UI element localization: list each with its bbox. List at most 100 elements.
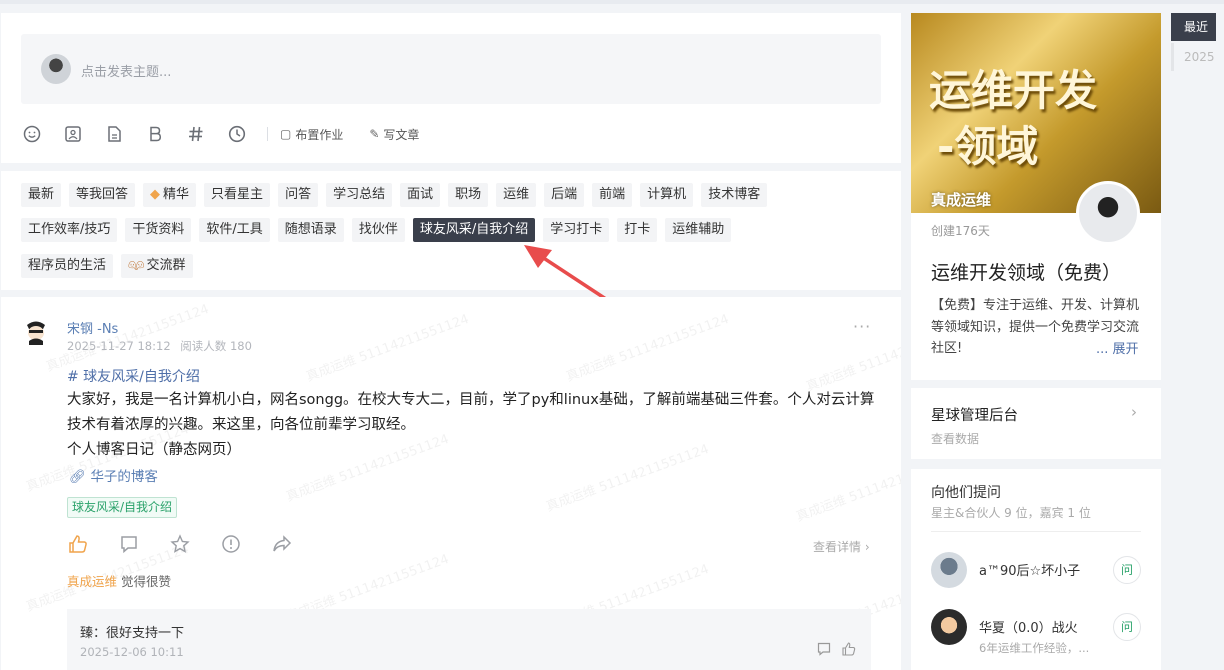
tag-row: 程序员的生活 👫︎ 交流群: [21, 254, 201, 278]
star-icon[interactable]: [169, 533, 191, 555]
post-card: 真成运维 51114211551124 真成运维 51114211551124 真成…: [1, 297, 901, 670]
post-author[interactable]: 宋钢 -Ns: [67, 318, 118, 337]
tag-label: 只看星主: [211, 187, 264, 202]
tag-chip[interactable]: ◆ 精华: [143, 183, 197, 207]
expand-link[interactable]: ... 展开: [1096, 338, 1139, 357]
tag-label: 工作效率/技巧: [28, 222, 111, 237]
tag-chip[interactable]: 面试: [400, 183, 441, 207]
write-article-button[interactable]: ✎ 写文章: [369, 126, 419, 143]
tag-chip[interactable]: 球友风采/自我介绍: [412, 218, 536, 242]
tag-filter-panel: 最新 等我回答 ◆ 精华 只看星主 问答 学习总结 面试 职场 运维 后端 前端 计算机 技术博客 工作效…: [1, 171, 901, 290]
tag-label: 学习打卡: [550, 222, 603, 237]
checkbox-icon: ▢: [280, 127, 292, 141]
tag-chip[interactable]: 只看星主: [204, 183, 271, 207]
person-avatar[interactable]: [931, 609, 967, 645]
tag-chip[interactable]: 找伙伴: [351, 218, 405, 242]
post-actions: [67, 533, 322, 555]
view-details-link[interactable]: 查看详情 ›: [813, 538, 870, 555]
divider: [931, 531, 1141, 532]
tag-chip[interactable]: 随想语录: [277, 218, 344, 242]
admin-panel-card[interactable]: 星球管理后台 查看数据 ›: [911, 388, 1161, 459]
tag-chip[interactable]: 计算机: [640, 183, 694, 207]
tag-chip[interactable]: 运维: [496, 183, 537, 207]
tag-label: 运维: [503, 187, 530, 202]
tag-chip[interactable]: 职场: [448, 183, 489, 207]
tag-chip[interactable]: 学习总结: [326, 183, 393, 207]
file-icon[interactable]: [103, 123, 125, 145]
tag-label: 随想语录: [284, 222, 337, 237]
watermark-text: 真成运维 51114211551124: [304, 311, 472, 385]
tag-chip[interactable]: 程序员的生活: [21, 254, 114, 278]
tag-chip[interactable]: 打卡: [617, 218, 658, 242]
link-icon: 🔗︎: [69, 469, 87, 485]
image-icon[interactable]: [62, 123, 84, 145]
tag-label: 程序员的生活: [28, 258, 107, 273]
comment-icon[interactable]: [118, 533, 140, 555]
admin-title: 星球管理后台: [931, 408, 1018, 424]
comment-item: 臻：很好支持一下 2025-12-06 10:11: [67, 609, 871, 670]
tag-chip[interactable]: 运维辅助: [665, 218, 732, 242]
comment-time: 2025-12-06 10:11: [80, 645, 184, 659]
banner-title-line: -领域: [937, 122, 1039, 171]
owner-avatar[interactable]: [1076, 181, 1140, 245]
composer-toolbar: ▢ 布置作业 ✎ 写文章: [21, 123, 445, 145]
liker-name[interactable]: 真成运维: [67, 574, 117, 589]
tag-chip[interactable]: 最新: [21, 183, 62, 207]
post-meta: 2025-11-27 18:12 阅读人数 180: [67, 338, 252, 354]
emoji-icon[interactable]: [21, 123, 43, 145]
timeline-item-year[interactable]: 2025: [1171, 43, 1216, 71]
tag-chip[interactable]: 等我回答: [69, 183, 136, 207]
tag-label: 精华: [163, 187, 190, 202]
tag-chip[interactable]: 后端: [544, 183, 585, 207]
tag-row: 最新 等我回答 ◆ 精华 只看星主 问答 学习总结 面试 职场 运维 后端 前端 计算机 技术博客: [21, 183, 775, 207]
author-avatar[interactable]: [21, 317, 51, 347]
clock-icon[interactable]: [226, 123, 248, 145]
tag-chip[interactable]: 软件/工具: [199, 218, 270, 242]
tag-label: 后端: [551, 187, 578, 202]
ask-them-card: 向他们提问 星主&合伙人 9 位，嘉宾 1 位 a™90后☆坏小子 问 华夏（0…: [911, 469, 1161, 670]
tag-chip[interactable]: 技术博客: [701, 183, 768, 207]
likes-text: 觉得很赞: [117, 574, 171, 589]
tag-chip[interactable]: 问答: [278, 183, 319, 207]
tag-label: 球友风采/自我介绍: [419, 222, 529, 237]
banner-title: 运维开发 -领域: [929, 63, 1097, 175]
bold-icon[interactable]: [144, 123, 166, 145]
watermark-text: 真成运维 51114211551124: [564, 311, 732, 385]
tag-label: 技术博客: [708, 187, 761, 202]
tag-label: 职场: [455, 187, 482, 202]
reply-icon[interactable]: [817, 642, 831, 660]
ask-title: 向他们提问: [931, 485, 1001, 501]
group-name: 运维开发领域（免费）: [931, 262, 1122, 284]
tag-label: 干货资料: [132, 222, 185, 237]
share-icon[interactable]: [271, 533, 293, 555]
group-owner-name: 真成运维: [931, 191, 992, 209]
post-topic-tag[interactable]: 球友风采/自我介绍: [67, 497, 178, 518]
tag-chip[interactable]: 干货资料: [125, 218, 192, 242]
post-likes: 真成运维 觉得很赞: [67, 571, 171, 590]
like-icon[interactable]: [67, 533, 89, 555]
tag-chip[interactable]: 学习打卡: [543, 218, 610, 242]
timeline-item-recent[interactable]: 最近: [1171, 13, 1216, 41]
compose-input[interactable]: 点击发表主题...: [21, 34, 881, 104]
tag-label: 等我回答: [76, 187, 129, 202]
ask-button[interactable]: 问: [1113, 613, 1141, 641]
person-avatar[interactable]: [931, 552, 967, 588]
hashtag-icon[interactable]: [185, 123, 207, 145]
post-hashtag[interactable]: # 球友风采/自我介绍: [67, 366, 200, 386]
assign-homework-button[interactable]: ▢ 布置作业: [280, 126, 343, 143]
post-body-paragraph: 大家好，我是一名计算机小白，网名songg。在校大专大二，目前，学了py和lin…: [67, 392, 875, 433]
tag-chip[interactable]: 前端: [592, 183, 633, 207]
post-composer: 点击发表主题... ▢ 布置作业 ✎ 写文章: [1, 13, 901, 163]
ask-button[interactable]: 问: [1113, 556, 1141, 584]
report-icon[interactable]: [220, 533, 242, 555]
tag-chip[interactable]: 👫︎ 交流群: [121, 254, 193, 278]
tag-label: 最新: [28, 187, 55, 202]
comment-like-icon[interactable]: [842, 642, 856, 660]
post-link[interactable]: 🔗︎ 华子的博客: [69, 465, 158, 485]
person-name: a™90后☆坏小子: [979, 564, 1081, 579]
more-options-icon[interactable]: ···: [853, 317, 871, 336]
tag-row: 工作效率/技巧 干货资料 软件/工具 随想语录 找伙伴 球友风采/自我介绍 学习打卡 打卡 运维…: [21, 218, 739, 242]
pen-icon: ✎: [369, 127, 380, 141]
tag-chip[interactable]: 工作效率/技巧: [21, 218, 118, 242]
post-body: 大家好，我是一名计算机小白，网名songg。在校大专大二，目前，学了py和lin…: [67, 388, 877, 463]
